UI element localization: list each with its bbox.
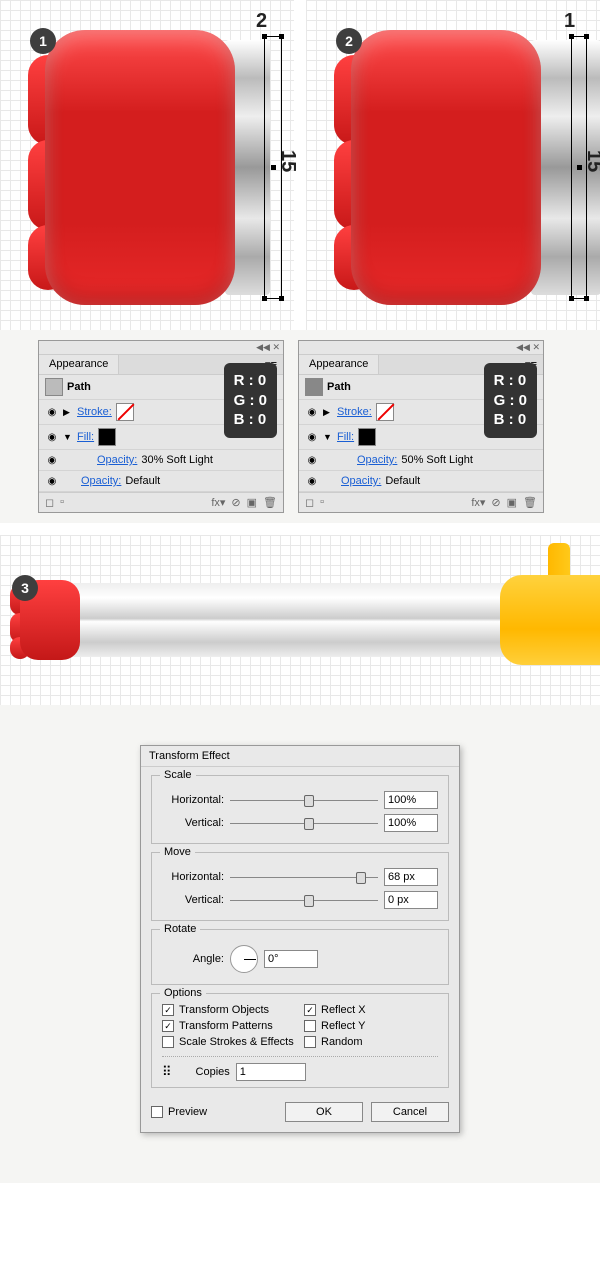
- scale-h-input[interactable]: [384, 791, 438, 809]
- opacity-link-2[interactable]: Opacity:: [341, 475, 381, 487]
- path-label: Path: [67, 381, 91, 393]
- fx-icon[interactable]: fx▾: [211, 496, 225, 509]
- appearance-panel-1: ◀◀ ✕ Appearance ▾≡ Path ◉▶Stroke: ◉▼Fill…: [38, 340, 284, 513]
- transform-objects-checkbox[interactable]: [162, 1004, 174, 1016]
- move-h-label: Horizontal:: [162, 871, 224, 883]
- move-v-label: Vertical:: [162, 894, 224, 906]
- angle-input[interactable]: [264, 950, 318, 968]
- new-art-icon[interactable]: ◻: [305, 496, 314, 509]
- rgb-tooltip: R : 0G : 0B : 0: [224, 363, 277, 438]
- opacity-link[interactable]: Opacity:: [97, 454, 137, 466]
- dup-icon[interactable]: ▫: [320, 496, 324, 509]
- trash-icon[interactable]: 🗑: [263, 496, 277, 509]
- fx-icon[interactable]: fx▾: [471, 496, 485, 509]
- stroke-link[interactable]: Stroke:: [337, 406, 372, 418]
- scale-h-slider[interactable]: [230, 793, 378, 807]
- appearance-panels-row: ◀◀ ✕ Appearance ▾≡ Path ◉▶Stroke: ◉▼Fill…: [0, 330, 600, 523]
- clear-icon[interactable]: ⊘: [231, 496, 240, 509]
- scale-fieldset: Scale Horizontal: Vertical:: [151, 775, 449, 844]
- scale-h-label: Horizontal:: [162, 794, 224, 806]
- transform-effect-dialog: Transform Effect Scale Horizontal: Verti…: [140, 745, 460, 1133]
- panel-collapse[interactable]: ◀◀ ✕: [39, 341, 283, 355]
- opacity-value-2: 50% Soft Light: [401, 454, 473, 466]
- step-badge-1: 1: [30, 28, 56, 54]
- panel-footer: ◻ ▫ fx▾ ⊘ ▣ 🗑: [299, 492, 543, 512]
- step-badge-2: 2: [336, 28, 362, 54]
- cancel-button[interactable]: Cancel: [371, 1102, 449, 1122]
- move-v-input[interactable]: [384, 891, 438, 909]
- panel-collapse[interactable]: ◀◀ ✕: [299, 341, 543, 355]
- rotate-fieldset: Rotate Angle:: [151, 929, 449, 985]
- path-thumb: [305, 378, 323, 396]
- panel-footer: ◻ ▫ fx▾ ⊘ ▣ 🗑: [39, 492, 283, 512]
- move-v-slider[interactable]: [230, 893, 378, 907]
- fill-swatch[interactable]: [358, 428, 376, 446]
- visibility-icon[interactable]: ◉: [45, 430, 59, 444]
- stroke-swatch[interactable]: [376, 403, 394, 421]
- opacity-value-1: 30% Soft Light: [141, 454, 213, 466]
- illustration-step-3: 3: [0, 535, 600, 705]
- random-checkbox[interactable]: [304, 1036, 316, 1048]
- angle-dial[interactable]: [230, 945, 258, 973]
- scale-v-slider[interactable]: [230, 816, 378, 830]
- stroke-swatch[interactable]: [116, 403, 134, 421]
- dim-height-2: 15: [582, 150, 600, 172]
- move-h-slider[interactable]: [230, 870, 378, 884]
- clear-icon[interactable]: ⊘: [491, 496, 500, 509]
- illustration-step-1: 1 2 15: [0, 0, 294, 330]
- transform-patterns-checkbox[interactable]: [162, 1020, 174, 1032]
- path-thumb: [45, 378, 63, 396]
- appearance-tab[interactable]: Appearance: [299, 355, 379, 374]
- stroke-link[interactable]: Stroke:: [77, 406, 112, 418]
- copies-input[interactable]: [236, 1063, 306, 1081]
- angle-label: Angle:: [162, 953, 224, 965]
- step-1-2-row: 1 2 15 2 1 15: [0, 0, 600, 330]
- preview-checkbox[interactable]: [151, 1106, 163, 1118]
- visibility-icon[interactable]: ◉: [45, 474, 59, 488]
- fill-swatch[interactable]: [98, 428, 116, 446]
- opacity-default: Default: [385, 475, 420, 487]
- rgb-tooltip: R : 0G : 0B : 0: [484, 363, 537, 438]
- scale-v-label: Vertical:: [162, 817, 224, 829]
- appearance-tab[interactable]: Appearance: [39, 355, 119, 374]
- opacity-link-2[interactable]: Opacity:: [81, 475, 121, 487]
- reflect-x-checkbox[interactable]: [304, 1004, 316, 1016]
- dialog-title: Transform Effect: [141, 746, 459, 767]
- appearance-panel-2: ◀◀ ✕ Appearance ▾≡ Path ◉▶Stroke: ◉▼Fill…: [298, 340, 544, 513]
- dim-width-1: 2: [256, 10, 267, 33]
- move-fieldset: Move Horizontal: Vertical:: [151, 852, 449, 921]
- visibility-icon[interactable]: ◉: [45, 453, 59, 467]
- visibility-icon[interactable]: ◉: [305, 430, 319, 444]
- options-fieldset: Options Transform Objects Reflect X Tran…: [151, 993, 449, 1088]
- path-label: Path: [327, 381, 351, 393]
- dup-icon[interactable]: ▫: [60, 496, 64, 509]
- step-badge-3: 3: [12, 575, 38, 601]
- collapse-icon[interactable]: ▼: [63, 432, 73, 442]
- new-art-icon[interactable]: ◻: [45, 496, 54, 509]
- expand-icon[interactable]: ▶: [323, 407, 333, 418]
- fill-link[interactable]: Fill:: [77, 431, 94, 443]
- opacity-link[interactable]: Opacity:: [357, 454, 397, 466]
- visibility-icon[interactable]: ◉: [305, 405, 319, 419]
- fill-link[interactable]: Fill:: [337, 431, 354, 443]
- opacity-default: Default: [125, 475, 160, 487]
- visibility-icon[interactable]: ◉: [45, 405, 59, 419]
- visibility-icon[interactable]: ◉: [305, 474, 319, 488]
- scale-v-input[interactable]: [384, 814, 438, 832]
- visibility-icon[interactable]: ◉: [305, 453, 319, 467]
- new-icon[interactable]: ▣: [247, 496, 257, 509]
- dim-height-1: 15: [276, 150, 299, 172]
- new-icon[interactable]: ▣: [507, 496, 517, 509]
- collapse-icon[interactable]: ▼: [323, 432, 333, 442]
- illustration-step-2: 2 1 15: [306, 0, 600, 330]
- scale-strokes-checkbox[interactable]: [162, 1036, 174, 1048]
- ok-button[interactable]: OK: [285, 1102, 363, 1122]
- copies-label: Copies: [196, 1066, 230, 1078]
- reflect-y-checkbox[interactable]: [304, 1020, 316, 1032]
- anchor-grid-icon[interactable]: ⠿: [162, 1064, 170, 1080]
- dim-width-2: 1: [564, 10, 575, 33]
- expand-icon[interactable]: ▶: [63, 407, 73, 418]
- move-h-input[interactable]: [384, 868, 438, 886]
- trash-icon[interactable]: 🗑: [523, 496, 537, 509]
